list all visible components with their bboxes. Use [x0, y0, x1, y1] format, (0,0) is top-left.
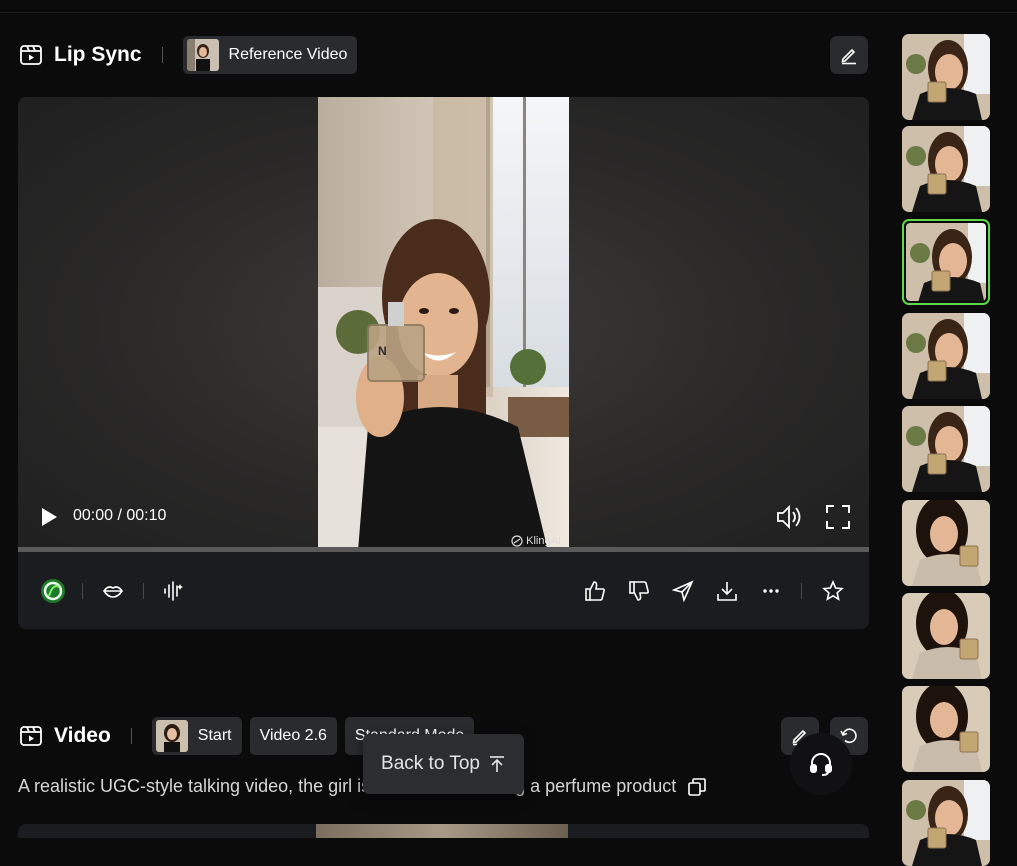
- start-label: Start: [197, 727, 232, 744]
- history-thumbnail[interactable]: [902, 126, 990, 212]
- history-thumbnail[interactable]: [902, 406, 990, 492]
- thumbs-down-icon[interactable]: [624, 576, 654, 606]
- model-chip[interactable]: Video 2.6: [249, 717, 337, 755]
- lips-icon[interactable]: [98, 576, 128, 606]
- volume-icon[interactable]: [773, 502, 803, 532]
- video-clip-icon: [18, 723, 44, 749]
- reference-video-chip[interactable]: Reference Video: [182, 36, 358, 74]
- video-stage: N KlingAI: [18, 97, 869, 551]
- video-frame: N KlingAI: [318, 97, 569, 551]
- start-frame-chip[interactable]: Start: [151, 717, 242, 755]
- prompt-tail: g a perfume product: [515, 776, 677, 796]
- edit-icon: [841, 48, 856, 65]
- video-clip-icon: [18, 42, 44, 68]
- more-icon[interactable]: [756, 576, 786, 606]
- video-title: Video: [54, 724, 111, 747]
- send-icon[interactable]: [668, 576, 698, 606]
- model-logo-icon[interactable]: [38, 576, 68, 606]
- next-video-preview: [18, 824, 869, 838]
- support-button[interactable]: [790, 733, 852, 795]
- history-thumbnail[interactable]: [902, 313, 990, 399]
- top-divider: [0, 12, 1017, 13]
- back-to-top-button[interactable]: Back to Top: [363, 734, 524, 794]
- history-thumbnail[interactable]: [902, 219, 990, 305]
- lipsync-title: Lip Sync: [54, 43, 142, 66]
- edit-button[interactable]: [830, 36, 868, 74]
- copy-icon[interactable]: [687, 777, 707, 797]
- model-label: Video 2.6: [259, 727, 327, 744]
- header-separator: [161, 47, 163, 63]
- fullscreen-icon[interactable]: [824, 503, 852, 531]
- arrow-up-icon: [489, 756, 504, 772]
- toolbar-separator: [801, 583, 802, 599]
- headset-icon: [810, 753, 832, 776]
- player-toolbar: [18, 552, 869, 629]
- video-still: N: [318, 97, 569, 551]
- svg-text:N: N: [378, 344, 387, 358]
- video-player[interactable]: N KlingAI 00:00 / 00:10: [18, 97, 869, 629]
- play-icon[interactable]: [38, 506, 60, 528]
- kling-logo-icon: [511, 535, 523, 547]
- thumbs-up-icon[interactable]: [580, 576, 610, 606]
- lipsync-header: Lip Sync Reference Video: [18, 36, 365, 74]
- history-thumbnail[interactable]: [902, 34, 990, 120]
- download-icon[interactable]: [712, 576, 742, 606]
- history-thumbnail[interactable]: [902, 686, 990, 772]
- audio-wave-icon[interactable]: [158, 576, 188, 606]
- time-display: 00:00 / 00:10: [73, 507, 167, 524]
- prompt-head: A realistic UGC-style talking video, the…: [18, 776, 371, 796]
- history-thumbnail[interactable]: [902, 780, 990, 866]
- header-separator: [130, 728, 132, 744]
- history-thumbnail[interactable]: [902, 500, 990, 586]
- watermark: KlingAI: [511, 535, 561, 547]
- star-icon[interactable]: [818, 576, 848, 606]
- reference-thumbnail: [186, 39, 219, 71]
- history-thumbnail[interactable]: [902, 593, 990, 679]
- back-to-top-label: Back to Top: [381, 753, 480, 774]
- toolbar-separator: [143, 583, 144, 599]
- start-thumbnail: [155, 720, 188, 752]
- watermark-text: KlingAI: [526, 535, 561, 547]
- toolbar-separator: [82, 583, 83, 599]
- reference-video-label: Reference Video: [228, 46, 348, 63]
